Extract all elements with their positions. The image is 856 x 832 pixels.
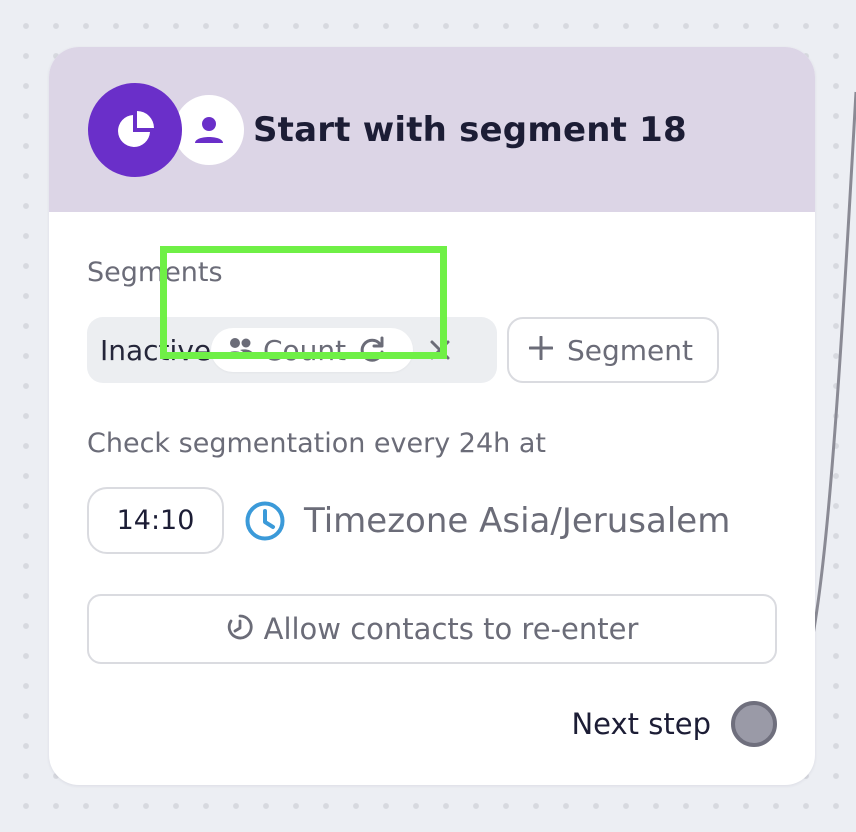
time-input[interactable]: 14:10 [87,487,224,554]
node-header: Start with segment 18 [49,47,815,212]
segment-row: Inactive Count Segment [87,317,719,383]
add-segment-button[interactable]: Segment [507,317,719,383]
refresh-icon[interactable] [358,336,386,364]
person-icon [174,94,244,165]
allow-reenter-label: Allow contacts to re-enter [263,612,639,646]
next-step-row: Next step [571,701,777,747]
people-icon [225,336,255,364]
timer-icon [226,613,254,645]
count-chip[interactable]: Count [211,328,413,372]
clock-icon [244,500,286,542]
next-step-label: Next step [571,707,711,741]
pie-chart-icon [88,82,182,177]
allow-reenter-button[interactable]: Allow contacts to re-enter [87,594,777,664]
count-label: Count [263,333,347,367]
check-segmentation-label: Check segmentation every 24h at [87,428,546,459]
schedule-row: 14:10 Timezone Asia/Jerusalem [87,487,730,554]
next-step-handle[interactable] [731,701,777,747]
plus-icon [528,335,554,364]
start-segment-node[interactable]: Start with segment 18 Segments Inactive … [49,47,815,785]
add-segment-label: Segment [567,333,693,367]
segment-pill[interactable]: Inactive Count [87,317,497,383]
segment-name: Inactive [100,333,212,367]
segments-label: Segments [87,257,223,288]
timezone-link[interactable]: Timezone Asia/Jerusalem [304,501,730,541]
close-icon[interactable] [429,339,451,361]
node-title: Start with segment 18 [253,109,687,150]
